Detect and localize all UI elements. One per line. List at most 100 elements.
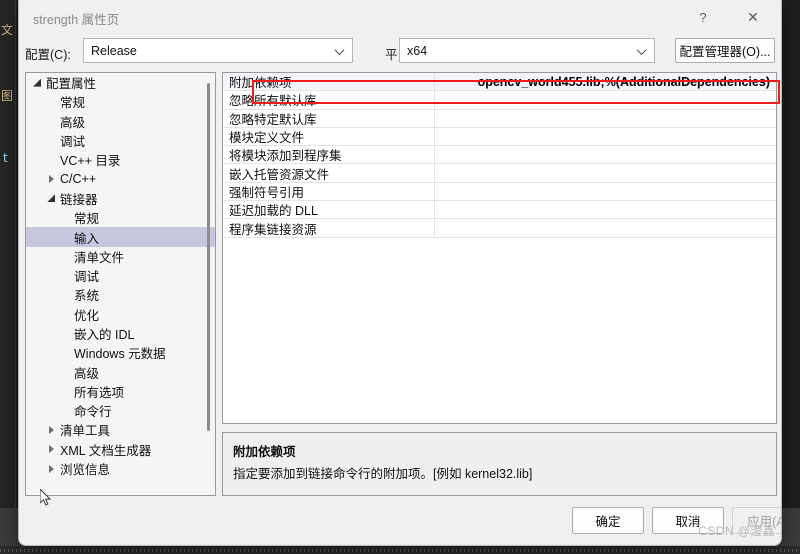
tree-item-label: 调试	[74, 270, 100, 285]
ok-button[interactable]: 确定	[572, 507, 644, 534]
taskbar-strip	[0, 546, 800, 554]
tree-item-16[interactable]: 所有选项	[26, 382, 215, 401]
property-tree[interactable]: 配置属性 常规 高级 调试 VC++ 目录 C/C++ 链接器 常规 输入 清单文件 调试 系统 优化嵌…	[25, 72, 216, 496]
tree-item-0[interactable]: 配置属性	[26, 73, 215, 92]
tree-item-label: 高级	[60, 115, 86, 130]
tree-item-9[interactable]: 清单文件	[26, 247, 215, 266]
tree-item-20[interactable]: 浏览信息	[26, 459, 215, 478]
property-row[interactable]: 延迟加载的 DLL	[223, 201, 776, 220]
tree-item-label: 高级	[74, 366, 100, 381]
property-row[interactable]: 嵌入托管资源文件	[223, 164, 776, 183]
tree-item-label: 配置属性	[46, 77, 97, 92]
tree-item-14[interactable]: Windows 元数据	[26, 343, 215, 362]
property-pages-dialog: strength 属性页 ? ✕ 配置(C): Release 平台(P): x…	[18, 0, 782, 546]
configuration-bar: 配置(C): Release 平台(P): x64 配置管理器(O)...	[19, 36, 781, 68]
tree-item-11[interactable]: 系统	[26, 285, 215, 304]
tree-item-label: 系统	[74, 289, 100, 304]
tree-item-label: 浏览信息	[60, 463, 111, 478]
taskbar-dots	[0, 549, 800, 552]
tree-item-label: 输入	[74, 231, 100, 246]
description-panel: 附加依赖项 指定要添加到链接命令行的附加项。[例如 kernel32.lib]	[222, 432, 777, 496]
platform-select[interactable]: x64	[399, 38, 655, 63]
property-row[interactable]: 将模块添加到程序集	[223, 146, 776, 165]
tree-item-label: 链接器	[60, 192, 98, 207]
chevron-down-icon	[336, 46, 344, 54]
tree-item-3[interactable]: 调试	[26, 131, 215, 150]
property-tree-list: 配置属性 常规 高级 调试 VC++ 目录 C/C++ 链接器 常规 输入 清单文件 调试 系统 优化嵌…	[26, 73, 215, 478]
tree-item-12[interactable]: 优化	[26, 305, 215, 324]
tree-item-4[interactable]: VC++ 目录	[26, 150, 215, 169]
property-row[interactable]: 强制符号引用	[223, 182, 776, 202]
property-value[interactable]	[435, 128, 776, 145]
property-name: 附加依赖项	[223, 73, 435, 91]
dialog-title: strength 属性页	[33, 13, 120, 27]
tree-item-6[interactable]: 链接器	[26, 189, 215, 208]
tree-item-label: 常规	[74, 212, 100, 227]
tree-item-label: 优化	[74, 308, 100, 323]
expanded-arrow-icon[interactable]	[30, 78, 44, 87]
tree-scrollbar-thumb[interactable]	[207, 83, 210, 431]
tree-item-13[interactable]: 嵌入的 IDL	[26, 324, 215, 343]
configuration-label: 配置(C):	[25, 48, 71, 62]
collapsed-arrow-icon[interactable]	[44, 175, 58, 184]
tree-item-label: XML 文档生成器	[60, 443, 152, 458]
mouse-cursor	[40, 489, 52, 506]
property-row[interactable]: 附加依赖项 opencv_world455.lib;%(AdditionalDep…	[223, 73, 776, 92]
property-name: 忽略所有默认库	[223, 91, 435, 109]
property-row[interactable]: 模块定义文件	[223, 127, 776, 147]
property-name: 模块定义文件	[223, 127, 435, 146]
editor-gutter-divider	[15, 0, 16, 508]
tree-item-8[interactable]: 输入	[26, 227, 215, 247]
close-icon[interactable]: ✕	[731, 0, 775, 34]
tree-item-label: 命令行	[74, 405, 112, 420]
property-name: 忽略特定默认库	[223, 109, 435, 127]
configuration-manager-button[interactable]: 配置管理器(O)...	[675, 38, 775, 63]
tree-item-10[interactable]: 调试	[26, 266, 215, 285]
tree-scrollbar[interactable]	[204, 77, 213, 491]
tree-item-17[interactable]: 命令行	[26, 401, 215, 420]
property-value[interactable]	[435, 219, 776, 236]
description-text: 指定要添加到链接命令行的附加项。[例如 kernel32.lib]	[233, 467, 533, 481]
collapsed-arrow-icon[interactable]	[44, 464, 58, 473]
tree-item-7[interactable]: 常规	[26, 208, 215, 227]
property-value[interactable]	[435, 183, 776, 200]
collapsed-arrow-icon[interactable]	[44, 445, 58, 454]
dialog-footer: 确定 取消 应用(A)	[19, 503, 781, 545]
configuration-select[interactable]: Release	[83, 38, 353, 63]
tree-item-2[interactable]: 高级	[26, 112, 215, 131]
tree-item-label: 常规	[60, 96, 86, 111]
collapsed-arrow-icon[interactable]	[44, 425, 58, 434]
property-name: 程序集链接资源	[223, 219, 435, 237]
tree-item-label: 清单文件	[74, 250, 125, 265]
tree-item-1[interactable]: 常规	[26, 92, 215, 111]
tree-item-5[interactable]: C/C++	[26, 169, 215, 188]
property-value[interactable]	[435, 146, 776, 163]
tree-item-label: C/C++	[60, 172, 97, 187]
tree-item-label: Windows 元数据	[74, 347, 166, 362]
tree-item-label: 清单工具	[60, 424, 111, 439]
tree-item-15[interactable]: 高级	[26, 362, 215, 381]
tree-item-19[interactable]: XML 文档生成器	[26, 440, 215, 459]
expanded-arrow-icon[interactable]	[44, 194, 58, 203]
property-value[interactable]	[435, 164, 776, 181]
help-icon[interactable]: ?	[681, 0, 725, 34]
property-name: 延迟加载的 DLL	[223, 201, 435, 219]
configuration-value: Release	[91, 43, 137, 58]
platform-value: x64	[407, 43, 428, 58]
description-title: 附加依赖项	[233, 445, 296, 459]
property-row[interactable]: 忽略特定默认库	[223, 109, 776, 128]
tree-item-label: 所有选项	[74, 385, 125, 400]
property-row[interactable]: 忽略所有默认库	[223, 91, 776, 110]
property-value[interactable]	[435, 110, 776, 127]
chevron-down-icon	[638, 46, 646, 54]
tree-item-label: 调试	[60, 135, 86, 150]
backdrop-glyph-1: 文	[1, 24, 14, 36]
tree-item-18[interactable]: 清单工具	[26, 420, 215, 439]
property-value[interactable]: opencv_world455.lib;%(AdditionalDependen…	[435, 73, 776, 90]
property-grid-rows: 附加依赖项 opencv_world455.lib;%(AdditionalDep…	[223, 73, 776, 238]
property-row[interactable]: 程序集链接资源	[223, 219, 776, 238]
tree-item-label: 嵌入的 IDL	[74, 328, 135, 342]
property-value[interactable]	[435, 201, 776, 218]
property-value[interactable]	[435, 91, 776, 108]
property-grid[interactable]: 附加依赖项 opencv_world455.lib;%(AdditionalDep…	[222, 72, 777, 424]
